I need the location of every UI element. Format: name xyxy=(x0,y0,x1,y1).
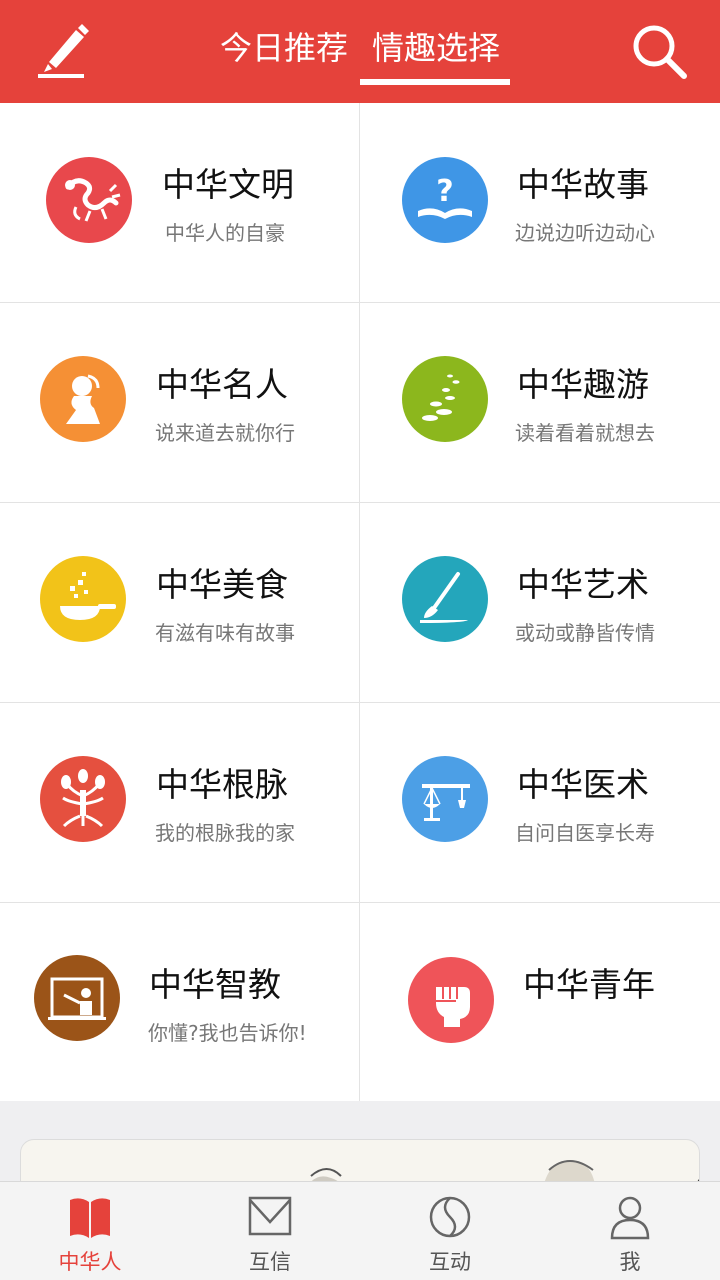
top-bar: 今日推荐 情趣选择 xyxy=(0,0,720,103)
category-medicine[interactable]: 中华医术 自问自医享长寿 xyxy=(360,703,720,903)
book-icon xyxy=(70,1198,110,1238)
nav-item-chinese-people[interactable]: 中华人 xyxy=(0,1182,180,1280)
category-title: 中华文明 xyxy=(162,165,294,204)
family-tree-icon xyxy=(40,756,126,842)
yin-yang-icon xyxy=(429,1196,471,1238)
category-title: 中华美食 xyxy=(156,565,288,604)
category-subtitle: 有滋有味有故事 xyxy=(155,621,295,645)
category-subtitle: 边说边听边动心 xyxy=(515,221,655,245)
category-civilization[interactable]: 中华文明 中华人的自豪 xyxy=(0,103,360,303)
category-subtitle: 或动或静皆传情 xyxy=(515,621,655,645)
nav-label: 中华人 xyxy=(58,1250,122,1274)
nav-label: 我 xyxy=(619,1250,641,1274)
category-education[interactable]: 中华智教 你懂?我也告诉你! xyxy=(0,903,360,1103)
category-title: 中华智教 xyxy=(149,965,281,1004)
category-subtitle: 中华人的自豪 xyxy=(165,221,285,245)
frying-pan-icon xyxy=(40,556,126,642)
svg-text:?: ? xyxy=(436,174,453,209)
category-title: 中华趣游 xyxy=(517,365,649,404)
category-subtitle: 自问自医享长寿 xyxy=(515,821,655,845)
category-celebrities[interactable]: 中华名人 说来道去就你行 xyxy=(0,303,360,503)
category-subtitle: 说来道去就你行 xyxy=(155,421,295,445)
tab-today-recommend[interactable]: 今日推荐 xyxy=(220,26,348,70)
brush-icon xyxy=(402,556,488,642)
category-art[interactable]: 中华艺术 或动或静皆传情 xyxy=(360,503,720,703)
nav-item-me[interactable]: 我 xyxy=(540,1182,720,1280)
category-youth[interactable]: 中华青年 xyxy=(360,903,720,1103)
teacher-board-icon xyxy=(34,955,120,1041)
nav-label: 互动 xyxy=(429,1250,471,1274)
category-food[interactable]: 中华美食 有滋有味有故事 xyxy=(0,503,360,703)
banner-area xyxy=(0,1101,720,1199)
category-subtitle: 读着看着就想去 xyxy=(515,421,655,445)
user-icon xyxy=(610,1196,650,1240)
category-title: 中华故事 xyxy=(517,165,649,204)
edit-pencil-icon[interactable] xyxy=(34,20,90,80)
category-title: 中华根脉 xyxy=(156,765,288,804)
envelope-icon xyxy=(248,1196,292,1236)
question-book-icon: ? xyxy=(402,157,488,243)
category-title: 中华青年 xyxy=(523,965,655,1004)
category-grid: 中华文明 中华人的自豪 ? 中华故事 边说边听边动心 中华名人 说来道去就你行 xyxy=(0,103,720,1103)
scale-icon xyxy=(402,756,488,842)
nav-item-interaction[interactable]: 互动 xyxy=(360,1182,540,1280)
tab-interest-select[interactable]: 情趣选择 xyxy=(372,26,500,70)
nav-item-mutual-trust[interactable]: 互信 xyxy=(180,1182,360,1280)
category-subtitle: 你懂?我也告诉你! xyxy=(148,1021,307,1045)
footprints-icon xyxy=(402,356,488,442)
search-icon[interactable] xyxy=(630,22,688,80)
category-title: 中华名人 xyxy=(156,365,288,404)
category-story[interactable]: ? 中华故事 边说边听边动心 xyxy=(360,103,720,303)
dragon-icon xyxy=(46,157,132,243)
category-title: 中华医术 xyxy=(517,765,649,804)
category-title: 中华艺术 xyxy=(517,565,649,604)
category-roots[interactable]: 中华根脉 我的根脉我的家 xyxy=(0,703,360,903)
category-subtitle: 我的根脉我的家 xyxy=(155,821,295,845)
person-silhouette-icon xyxy=(40,356,126,442)
category-travel[interactable]: 中华趣游 读着看着就想去 xyxy=(360,303,720,503)
bottom-nav: 中华人 互信 互动 我 xyxy=(0,1181,720,1280)
raised-fist-icon xyxy=(408,957,494,1043)
active-tab-indicator xyxy=(360,79,510,85)
nav-label: 互信 xyxy=(249,1250,291,1274)
